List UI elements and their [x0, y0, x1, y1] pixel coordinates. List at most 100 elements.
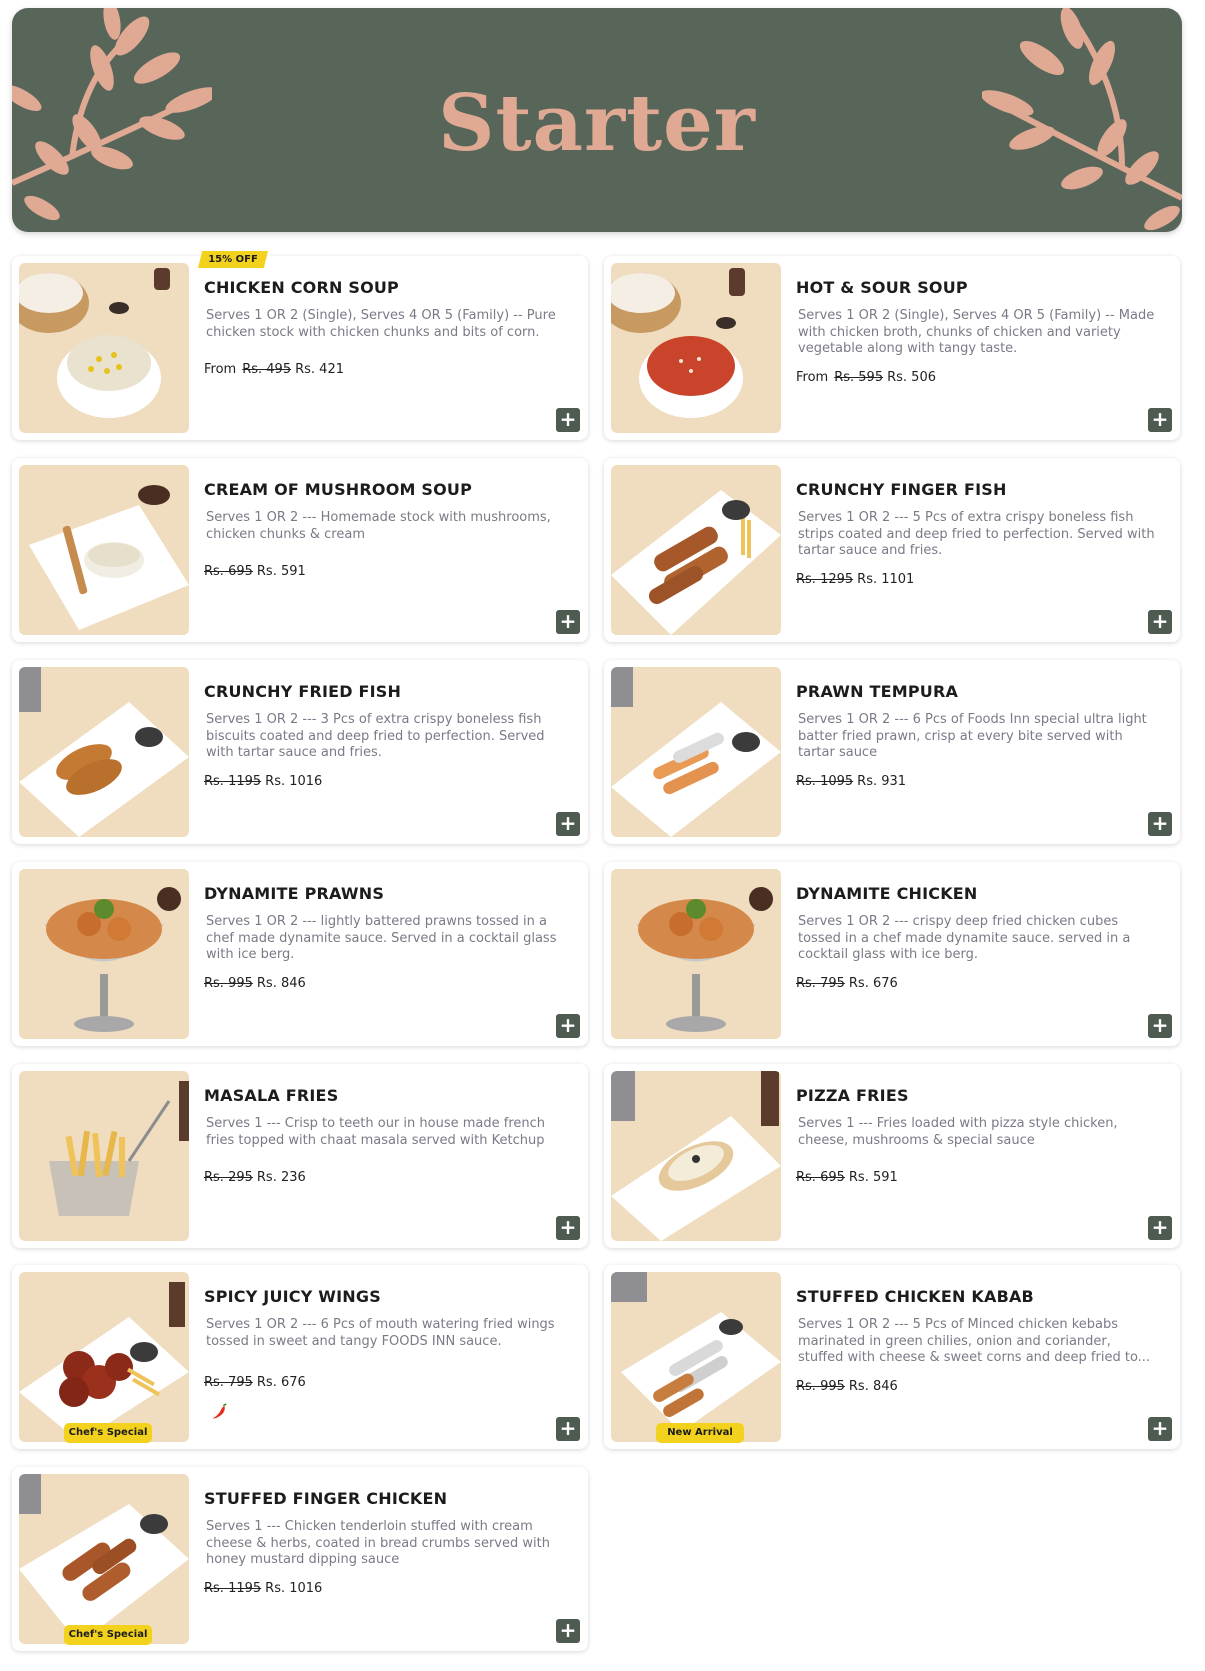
menu-item-card[interactable]: MASALA FRIES Serves 1 --- Crisp to teeth…: [12, 1064, 588, 1248]
item-title[interactable]: HOT & SOUR SOUP: [796, 278, 968, 297]
menu-item-card[interactable]: CRUNCHY FRIED FISH Serves 1 OR 2 --- 3 P…: [12, 660, 588, 844]
add-to-cart-button[interactable]: +: [1148, 1014, 1172, 1038]
item-price: Rs. 1195 Rs. 1016: [204, 1581, 322, 1596]
item-title[interactable]: PRAWN TEMPURA: [796, 682, 958, 701]
menu-item-card[interactable]: Chef's Special SPICY JUICY WINGS Serves …: [12, 1265, 588, 1449]
original-price: Rs. 695: [796, 1170, 845, 1185]
item-title[interactable]: CHICKEN CORN SOUP: [204, 278, 399, 297]
item-description: Serves 1 OR 2 --- 6 Pcs of mouth waterin…: [206, 1317, 555, 1349]
plus-icon: +: [559, 1618, 577, 1642]
original-price: Rs. 795: [796, 976, 845, 991]
plus-icon: +: [1151, 1013, 1169, 1037]
item-title[interactable]: CREAM OF MUSHROOM SOUP: [204, 480, 472, 499]
item-price: Rs. 795 Rs. 676: [796, 976, 898, 991]
item-description: Serves 1 OR 2 (Single), Serves 4 OR 5 (F…: [798, 308, 1155, 356]
add-to-cart-button[interactable]: +: [1148, 1417, 1172, 1441]
menu-item-card[interactable]: Chef's Special STUFFED FINGER CHICKEN Se…: [12, 1467, 588, 1651]
discounted-price: Rs. 421: [295, 362, 344, 377]
item-price: From Rs. 595 Rs. 506: [796, 370, 936, 385]
category-banner: Starter: [12, 8, 1182, 232]
plus-icon: +: [1151, 609, 1169, 633]
original-price: Rs. 695: [204, 564, 253, 579]
chili-icon: [212, 1403, 227, 1419]
menu-item-card[interactable]: DYNAMITE PRAWNS Serves 1 OR 2 --- lightl…: [12, 862, 588, 1046]
chefs-special-badge: Chef's Special: [64, 1423, 152, 1443]
add-to-cart-button[interactable]: +: [556, 1619, 580, 1643]
discounted-price: Rs. 676: [848, 976, 898, 991]
price-from-label: From: [796, 370, 829, 385]
food-image: [611, 1272, 781, 1442]
item-description: Serves 1 --- Crisp to teeth our in house…: [206, 1116, 545, 1148]
item-price: Rs. 295 Rs. 236: [204, 1170, 306, 1185]
item-title[interactable]: MASALA FRIES: [204, 1086, 338, 1105]
add-to-cart-button[interactable]: +: [1148, 1216, 1172, 1240]
food-image: [611, 465, 781, 635]
food-image: [611, 1071, 781, 1241]
item-price: Rs. 1095 Rs. 931: [796, 774, 906, 789]
plus-icon: +: [559, 407, 577, 431]
item-title[interactable]: STUFFED CHICKEN KABAB: [796, 1287, 1034, 1306]
discounted-price: Rs. 1016: [265, 1581, 323, 1596]
item-title[interactable]: SPICY JUICY WINGS: [204, 1287, 381, 1306]
original-price: Rs. 595: [834, 370, 884, 385]
item-title[interactable]: CRUNCHY FRIED FISH: [204, 682, 401, 701]
food-image: [19, 667, 189, 837]
item-title[interactable]: DYNAMITE CHICKEN: [796, 884, 978, 903]
add-to-cart-button[interactable]: +: [556, 1417, 580, 1441]
add-to-cart-button[interactable]: +: [1148, 812, 1172, 836]
add-to-cart-button[interactable]: +: [556, 408, 580, 432]
discounted-price: Rs. 236: [256, 1170, 306, 1185]
discounted-price: Rs. 931: [857, 774, 907, 789]
original-price: Rs. 1195: [204, 1581, 262, 1596]
item-price: Rs. 695 Rs. 591: [204, 564, 306, 579]
item-title[interactable]: STUFFED FINGER CHICKEN: [204, 1489, 447, 1508]
food-image: [611, 869, 781, 1039]
discounted-price: Rs. 1016: [265, 774, 323, 789]
add-to-cart-button[interactable]: +: [1148, 408, 1172, 432]
menu-item-card[interactable]: 15% OFF CHICKEN CORN SOUP Serves 1 OR 2 …: [12, 251, 588, 440]
item-description: Serves 1 --- Chicken tenderloin stuffed …: [206, 1519, 550, 1567]
menu-item-card[interactable]: PIZZA FRIES Serves 1 --- Fries loaded wi…: [604, 1064, 1180, 1248]
new-arrival-badge: New Arrival: [656, 1423, 744, 1443]
food-image: [611, 263, 781, 433]
original-price: Rs. 995: [796, 1379, 845, 1394]
item-price: Rs. 795 Rs. 676: [204, 1375, 306, 1390]
chefs-special-badge: Chef's Special: [64, 1625, 152, 1645]
original-price: Rs. 795: [204, 1375, 253, 1390]
discounted-price: Rs. 591: [848, 1170, 898, 1185]
item-price: From Rs. 495 Rs. 421: [204, 362, 344, 377]
add-to-cart-button[interactable]: +: [1148, 610, 1172, 634]
right-leaf-decoration: [982, 8, 1182, 231]
menu-item-card[interactable]: CREAM OF MUSHROOM SOUP Serves 1 OR 2 ---…: [12, 458, 588, 642]
menu-item-card[interactable]: HOT & SOUR SOUP Serves 1 OR 2 (Single), …: [604, 256, 1180, 440]
menu-item-card[interactable]: DYNAMITE CHICKEN Serves 1 OR 2 --- crisp…: [604, 862, 1180, 1046]
add-to-cart-button[interactable]: +: [556, 1216, 580, 1240]
food-image: [19, 1474, 189, 1644]
plus-icon: +: [1151, 1215, 1169, 1239]
add-to-cart-button[interactable]: +: [556, 1014, 580, 1038]
original-price: Rs. 1195: [204, 774, 262, 789]
item-description: Serves 1 OR 2 --- lightly battered prawn…: [206, 914, 557, 962]
plus-icon: +: [559, 609, 577, 633]
add-to-cart-button[interactable]: +: [556, 610, 580, 634]
discounted-price: Rs. 506: [887, 370, 936, 385]
menu-item-card[interactable]: PRAWN TEMPURA Serves 1 OR 2 --- 6 Pcs of…: [604, 660, 1180, 844]
item-description: Serves 1 --- Fries loaded with pizza sty…: [798, 1116, 1118, 1148]
item-price: Rs. 1195 Rs. 1016: [204, 774, 322, 789]
original-price: Rs. 995: [204, 976, 253, 991]
item-description: Serves 1 OR 2 --- 5 Pcs of Minced chicke…: [798, 1317, 1151, 1365]
item-title[interactable]: PIZZA FRIES: [796, 1086, 909, 1105]
menu-item-card[interactable]: CRUNCHY FINGER FISH Serves 1 OR 2 --- 5 …: [604, 458, 1180, 642]
original-price: Rs. 1095: [796, 774, 854, 789]
food-image: [19, 869, 189, 1039]
add-to-cart-button[interactable]: +: [556, 812, 580, 836]
discounted-price: Rs. 846: [256, 976, 306, 991]
food-image: [19, 263, 189, 433]
item-price: Rs. 995 Rs. 846: [796, 1379, 898, 1394]
food-image: [19, 1071, 189, 1241]
discounted-price: Rs. 846: [848, 1379, 898, 1394]
menu-item-card[interactable]: New Arrival STUFFED CHICKEN KABAB Serves…: [604, 1265, 1180, 1449]
item-title[interactable]: CRUNCHY FINGER FISH: [796, 480, 1007, 499]
item-price: Rs. 995 Rs. 846: [204, 976, 306, 991]
item-title[interactable]: DYNAMITE PRAWNS: [204, 884, 384, 903]
